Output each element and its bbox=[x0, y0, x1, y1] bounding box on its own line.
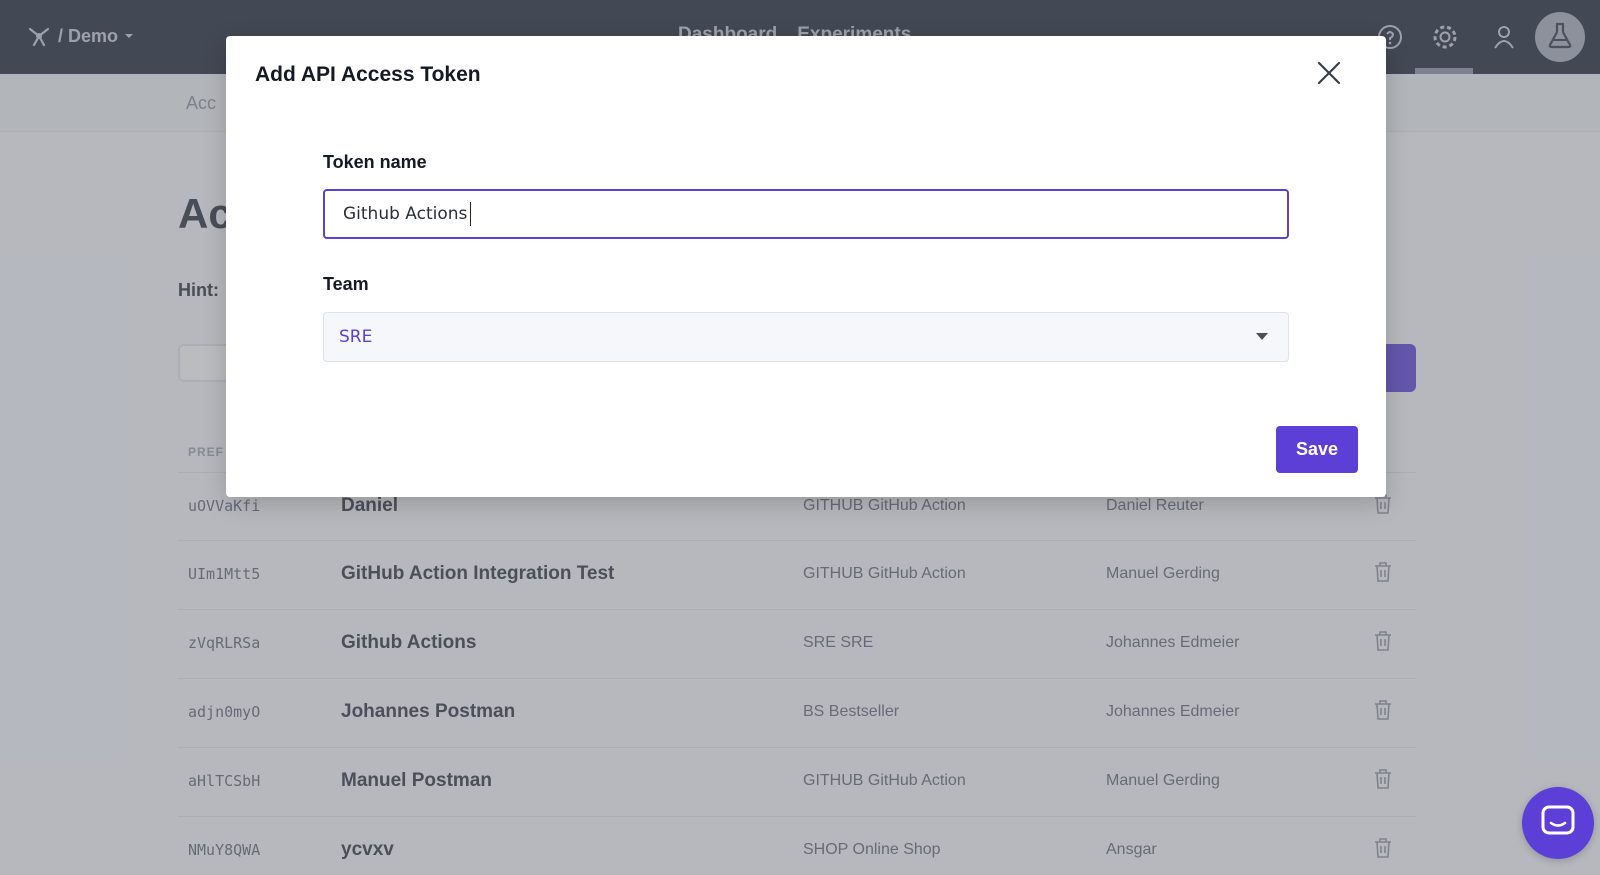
token-name-input[interactable] bbox=[323, 189, 1289, 239]
save-button[interactable]: Save bbox=[1276, 426, 1358, 473]
add-token-dialog: Add API Access Token Token name Team SRE… bbox=[226, 36, 1386, 497]
chat-icon bbox=[1540, 804, 1576, 843]
text-cursor bbox=[470, 202, 471, 226]
team-label: Team bbox=[323, 274, 369, 294]
dialog-title: Add API Access Token bbox=[255, 63, 481, 86]
close-icon bbox=[1317, 61, 1341, 90]
team-selected-value: SRE bbox=[339, 327, 373, 347]
token-name-label: Token name bbox=[323, 152, 427, 172]
team-select[interactable]: SRE bbox=[323, 312, 1289, 362]
chevron-down-icon bbox=[1256, 333, 1268, 340]
close-button[interactable] bbox=[1312, 58, 1346, 92]
chat-launcher-button[interactable] bbox=[1522, 787, 1594, 859]
